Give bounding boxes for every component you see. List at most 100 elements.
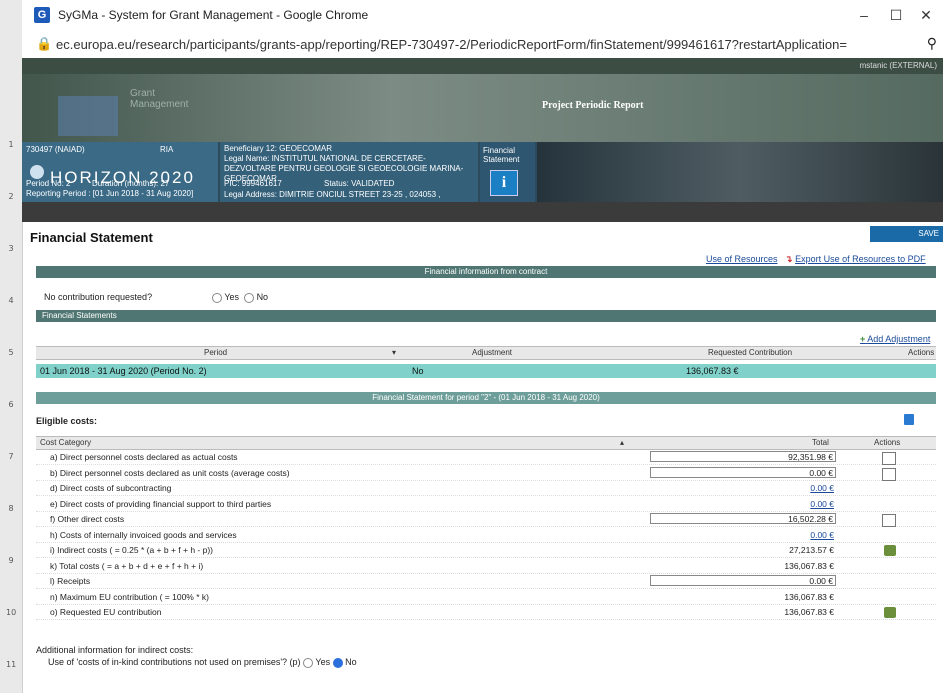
ruler-tick: 10 <box>6 608 17 617</box>
additional-info-label: Additional information for indirect cost… <box>36 645 194 655</box>
maximize-button[interactable]: ☐ <box>881 4 911 26</box>
project-info-bar: 730497 (NAIAD) RIA HORIZON 2020 Period N… <box>22 142 943 202</box>
eu-flag-logo <box>58 96 118 136</box>
ruler-tick: 2 <box>8 192 14 201</box>
zoom-icon[interactable]: ⚲ <box>927 35 937 52</box>
col-requested[interactable]: Requested Contribution <box>708 347 792 359</box>
cost-row: k) Total costs ( = a + b + d + e + f + h… <box>36 560 936 574</box>
cost-row: b) Direct personnel costs declared as un… <box>36 466 936 481</box>
info-icon[interactable]: i <box>490 170 518 196</box>
cost-label: a) Direct personnel costs declared as ac… <box>50 452 238 462</box>
use-of-resources-link[interactable]: Use of Resources <box>706 254 778 264</box>
page-title: Financial Statement <box>30 230 153 245</box>
beneficiary: Beneficiary 12: GEOECOMAR <box>224 144 333 153</box>
pencil-icon[interactable] <box>882 452 896 465</box>
cost-total[interactable]: 0.00 € <box>650 575 836 586</box>
financial-statement-tab[interactable]: Financial Statement i <box>480 142 535 202</box>
document-icon[interactable] <box>882 514 896 527</box>
no-contrib-label: No contribution requested? <box>44 292 153 302</box>
cost-label: e) Direct costs of providing financial s… <box>50 498 272 509</box>
yes-label: Yes <box>224 292 240 302</box>
col-total[interactable]: Total <box>812 437 829 449</box>
save-button[interactable]: SAVE <box>870 226 943 242</box>
url-text[interactable]: ec.europa.eu/research/participants/grant… <box>56 37 847 52</box>
cost-total[interactable]: 16,502.28 € <box>650 513 836 524</box>
cost-total[interactable]: 0.00 € <box>650 529 836 542</box>
document-icon[interactable] <box>882 467 896 481</box>
export-pdf-link[interactable]: Export Use of Resources to PDF <box>795 254 926 264</box>
sygma-app-icon: G <box>34 7 50 23</box>
inkind-no-radio[interactable] <box>332 657 343 668</box>
col-adjustment[interactable]: Adjustment <box>472 347 512 359</box>
cost-row: n) Maximum EU contribution ( = 100% * k)… <box>36 591 936 605</box>
fs-table-row[interactable]: 01 Jun 2018 - 31 Aug 2020 (Period No. 2)… <box>36 364 936 378</box>
edit-icon[interactable] <box>884 545 896 556</box>
help-icon[interactable] <box>904 414 914 425</box>
header-title: Project Periodic Report <box>542 100 644 111</box>
cost-label: k) Total costs ( = a + b + d + e + f + h… <box>50 560 204 571</box>
no-contrib-yes-radio[interactable] <box>212 292 222 303</box>
left-ruler: 1 2 3 4 5 6 7 8 9 10 11 <box>0 0 23 693</box>
minimize-button[interactable]: – <box>849 4 879 26</box>
resource-links: Use of Resources ↴ Export Use of Resourc… <box>706 254 926 265</box>
add-adjustment-label: Add Adjustment <box>867 334 931 344</box>
cost-total: 136,067.83 € <box>784 607 834 617</box>
cost-table-header: Cost Category ▴ Total Actions <box>36 436 936 450</box>
ruler-tick: 3 <box>8 244 14 253</box>
legal-address: Legal Address: DIMITRIE ONCIUL STREET 23… <box>224 190 441 199</box>
ruler-tick: 6 <box>8 400 14 409</box>
horizon-logo-icon <box>30 165 44 179</box>
cost-total: 27,213.57 € <box>789 545 834 555</box>
top-strip: mstanic (EXTERNAL) <box>22 58 943 74</box>
address-bar[interactable]: 🔒 ec.europa.eu/research/participants/gra… <box>22 30 943 59</box>
col-period[interactable]: Period <box>204 347 227 359</box>
close-button[interactable]: ✕ <box>911 4 941 26</box>
ruler-tick: 5 <box>8 348 14 357</box>
add-adjustment-link[interactable]: + Add Adjustment <box>860 334 930 344</box>
banner-image <box>537 142 943 202</box>
cost-row: d) Direct costs of subcontracting 0.00 € <box>36 482 936 496</box>
fin-info-header: Financial information from contract <box>36 266 936 278</box>
cost-row: h) Costs of internally invoiced goods an… <box>36 529 936 543</box>
row-adjustment: No <box>412 366 424 376</box>
window-title: SyGMa - System for Grant Management - Go… <box>58 8 369 22</box>
cost-label: l) Receipts <box>50 576 91 586</box>
fin-statement-tab-label: Financial Statement <box>483 146 520 164</box>
cost-row: o) Requested EU contribution 136,067.83 € <box>36 606 936 620</box>
row-requested: 136,067.83 € <box>686 366 739 376</box>
cost-total[interactable]: 0.00 € <box>650 466 836 478</box>
nav-bar <box>22 202 943 222</box>
no-contrib-no-radio[interactable] <box>244 292 255 303</box>
plus-icon: + <box>860 334 866 344</box>
project-id: 730497 (NAIAD) <box>26 145 85 154</box>
reporting-period: Reporting Period : [01 Jun 2018 - 31 Aug… <box>26 189 194 198</box>
cost-row: i) Indirect costs ( = 0.25 * (a + b + f … <box>36 544 936 558</box>
cost-total[interactable]: 92,351.98 € <box>650 451 836 462</box>
pic: PIC: 999461617 <box>224 179 282 188</box>
cost-total: 136,067.83 € <box>784 560 834 571</box>
period-no: Period No: 2 <box>26 179 71 188</box>
ruler-tick: 9 <box>8 556 14 565</box>
cost-total[interactable]: 0.00 € <box>650 498 836 511</box>
sort-icon[interactable]: ▴ <box>620 437 624 449</box>
app-banner: Grant Management Project Periodic Report <box>22 74 943 142</box>
duration: Duration (months): 27 <box>92 179 170 188</box>
eligible-costs-label: Eligible costs: <box>36 416 98 426</box>
col-cost-category[interactable]: Cost Category <box>40 437 91 449</box>
save-label: SAVE <box>918 229 939 238</box>
cost-row: a) Direct personnel costs declared as ac… <box>36 451 936 465</box>
cost-total[interactable]: 0.00 € <box>650 482 836 495</box>
fs-table-header: Period ▾ Adjustment Requested Contributi… <box>36 346 936 360</box>
ruler-tick: 4 <box>8 296 14 305</box>
col-actions: Actions <box>908 348 935 357</box>
browser-title-bar: G SyGMa - System for Grant Management - … <box>22 0 943 31</box>
edit-icon[interactable] <box>884 607 896 618</box>
inkind-no-label: No <box>345 657 357 667</box>
inkind-yes-label: Yes <box>315 657 331 667</box>
no-contrib-radio-group: Yes No <box>212 292 268 303</box>
status: Status: VALIDATED <box>324 179 395 188</box>
sort-icon[interactable]: ▾ <box>392 347 396 359</box>
cost-label: b) Direct personnel costs declared as un… <box>50 467 290 478</box>
cost-row: e) Direct costs of providing financial s… <box>36 498 936 512</box>
inkind-yes-radio[interactable] <box>303 657 314 668</box>
